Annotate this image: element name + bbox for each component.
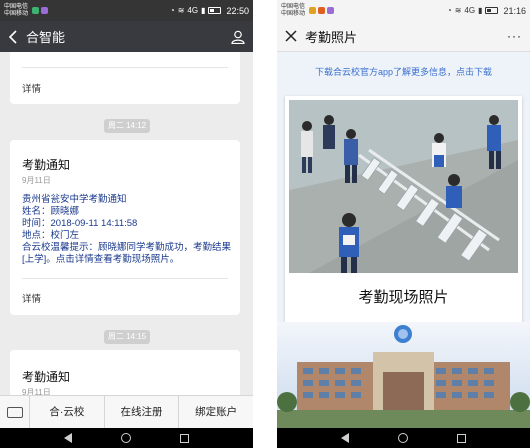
- webview-title: 考勤照片: [305, 29, 358, 45]
- detail-link[interactable]: 详情: [22, 81, 41, 95]
- chevron-left-icon[interactable]: [8, 29, 18, 44]
- app-notification-icon: [32, 7, 39, 14]
- home-icon[interactable]: [120, 433, 131, 443]
- keyboard-icon[interactable]: [0, 396, 30, 428]
- place-line: 地点：校门左: [22, 230, 232, 242]
- time-label: 时间：: [22, 218, 51, 229]
- more-icon[interactable]: ···: [507, 29, 522, 43]
- menu-online-register[interactable]: 在线注册: [105, 395, 180, 429]
- wifi-icon: ≋: [177, 6, 185, 15]
- name-label: 姓名：: [22, 206, 51, 217]
- notification-icons: [32, 7, 48, 14]
- battery-icon: [208, 7, 222, 14]
- status-bar: 中国电信 中国移动 ◔ ≋ 4G ▮ 21:16: [277, 0, 530, 21]
- back-icon[interactable]: [341, 433, 350, 443]
- message-feed[interactable]: 详情 周二 14:12 考勤通知 9月11日 贵州省瓮安中学考勤通知 姓名：顾晓…: [0, 52, 253, 395]
- name-line: 姓名：顾晓娜: [22, 206, 232, 218]
- recent-apps-icon[interactable]: [456, 433, 466, 443]
- network-type: 4G: [187, 6, 199, 15]
- timestamp: 周二 14:15: [104, 330, 150, 344]
- photo-caption: 考勤现场照片: [358, 289, 449, 306]
- back-icon[interactable]: [64, 433, 73, 443]
- carrier-info: 中国电信 中国移动: [281, 4, 307, 18]
- wifi-icon: ≋: [454, 6, 462, 15]
- battery-icon: [485, 7, 499, 14]
- system-nav-bar: [0, 428, 253, 448]
- close-icon[interactable]: [285, 30, 297, 42]
- webview-header: 考勤照片 ···: [277, 21, 530, 52]
- check-time: 2018-09-11 14:11:58: [50, 218, 138, 229]
- card-divider: [22, 67, 228, 68]
- person-icon[interactable]: [231, 30, 245, 44]
- network-type: 4G: [464, 6, 476, 15]
- notice-date: 9月11日: [22, 176, 51, 185]
- chat-header: 合智能: [0, 21, 253, 52]
- notice-date: 9月11日: [22, 388, 51, 395]
- reminder-text: 合云校温馨提示：顾晓娜同学考勤成功，考勤结果[上学]。点击详情查看考勤现场照片。: [22, 242, 232, 265]
- place-label: 地点：: [22, 230, 51, 241]
- status-icons: ◔ ≋ 4G ▮ 22:50: [170, 6, 249, 16]
- status-icons: ◔ ≋ 4G ▮ 21:16: [447, 6, 526, 16]
- status-bar: 中国电信 中国移动 ◔ ≋ 4G ▮ 22:50: [0, 0, 253, 21]
- card-divider: [22, 278, 228, 279]
- notification-icons: [309, 7, 334, 14]
- app-notification-icon: [327, 7, 334, 14]
- status-time: 21:16: [503, 5, 526, 16]
- detail-link[interactable]: 详情: [22, 291, 41, 305]
- status-time: 22:50: [226, 5, 249, 16]
- signal-icon: ▮: [201, 6, 206, 15]
- notice-title: 考勤通知: [22, 158, 71, 172]
- carrier-line1: 中国电信: [281, 3, 306, 10]
- carrier-info: 中国电信 中国移动: [4, 4, 30, 18]
- attendance-notice-card[interactable]: 考勤通知 9月11日 贵州省瓮安中学考勤通知 姓名：顾晓娜 时间：2018-09…: [10, 140, 240, 315]
- alarm-icon: ◔: [169, 6, 175, 15]
- signal-icon: ▮: [478, 6, 483, 15]
- app-notification-icon: [318, 7, 325, 14]
- app-notification-icon: [309, 7, 316, 14]
- recent-apps-icon[interactable]: [179, 433, 189, 443]
- gate-scene-image: [289, 100, 518, 273]
- timestamp: 周二 14:12: [104, 119, 150, 133]
- menu-heyunxiao[interactable]: 合·云校: [30, 395, 105, 429]
- bottom-menu: 合·云校 在线注册 绑定账户: [0, 395, 253, 429]
- webview-content[interactable]: 下载合云校官方app了解更多信息，点击下载 考勤现场照片: [277, 52, 530, 428]
- download-prompt[interactable]: 下载合云校官方app了解更多信息，点击下载: [277, 52, 530, 92]
- carrier-line2: 中国移动: [4, 10, 29, 17]
- menu-bind-account[interactable]: 绑定账户: [179, 396, 253, 429]
- attendance-notice-card-2[interactable]: 考勤通知 9月11日: [10, 350, 240, 395]
- home-icon[interactable]: [397, 433, 408, 443]
- school-line: 贵州省瓮安中学考勤通知: [22, 194, 127, 205]
- student-name: 顾晓娜: [50, 206, 80, 217]
- notice-body: 贵州省瓮安中学考勤通知 姓名：顾晓娜 时间：2018-09-11 14:11:5…: [22, 194, 232, 266]
- school-building-image: [277, 322, 530, 428]
- attendance-photo[interactable]: [289, 100, 518, 273]
- message-card-partial[interactable]: 详情: [10, 52, 240, 104]
- system-nav-bar: [277, 428, 530, 448]
- check-place: 校门左: [50, 230, 80, 241]
- app-notification-icon: [41, 7, 48, 14]
- time-line: 时间：2018-09-11 14:11:58: [22, 218, 232, 230]
- left-screen: 中国电信 中国移动 ◔ ≋ 4G ▮ 22:50 合智能 详情 周二 14:12: [0, 0, 253, 448]
- carrier-line2: 中国移动: [281, 10, 306, 17]
- right-screen: 中国电信 中国移动 ◔ ≋ 4G ▮ 21:16 考勤照片 ··· 下载合云校官…: [277, 0, 530, 448]
- carrier-line1: 中国电信: [4, 3, 29, 10]
- attendance-photo-card: 考勤现场照片: [285, 96, 522, 324]
- alarm-icon: ◔: [446, 6, 452, 15]
- notice-title: 考勤通知: [22, 370, 71, 384]
- chat-title: 合智能: [26, 30, 66, 45]
